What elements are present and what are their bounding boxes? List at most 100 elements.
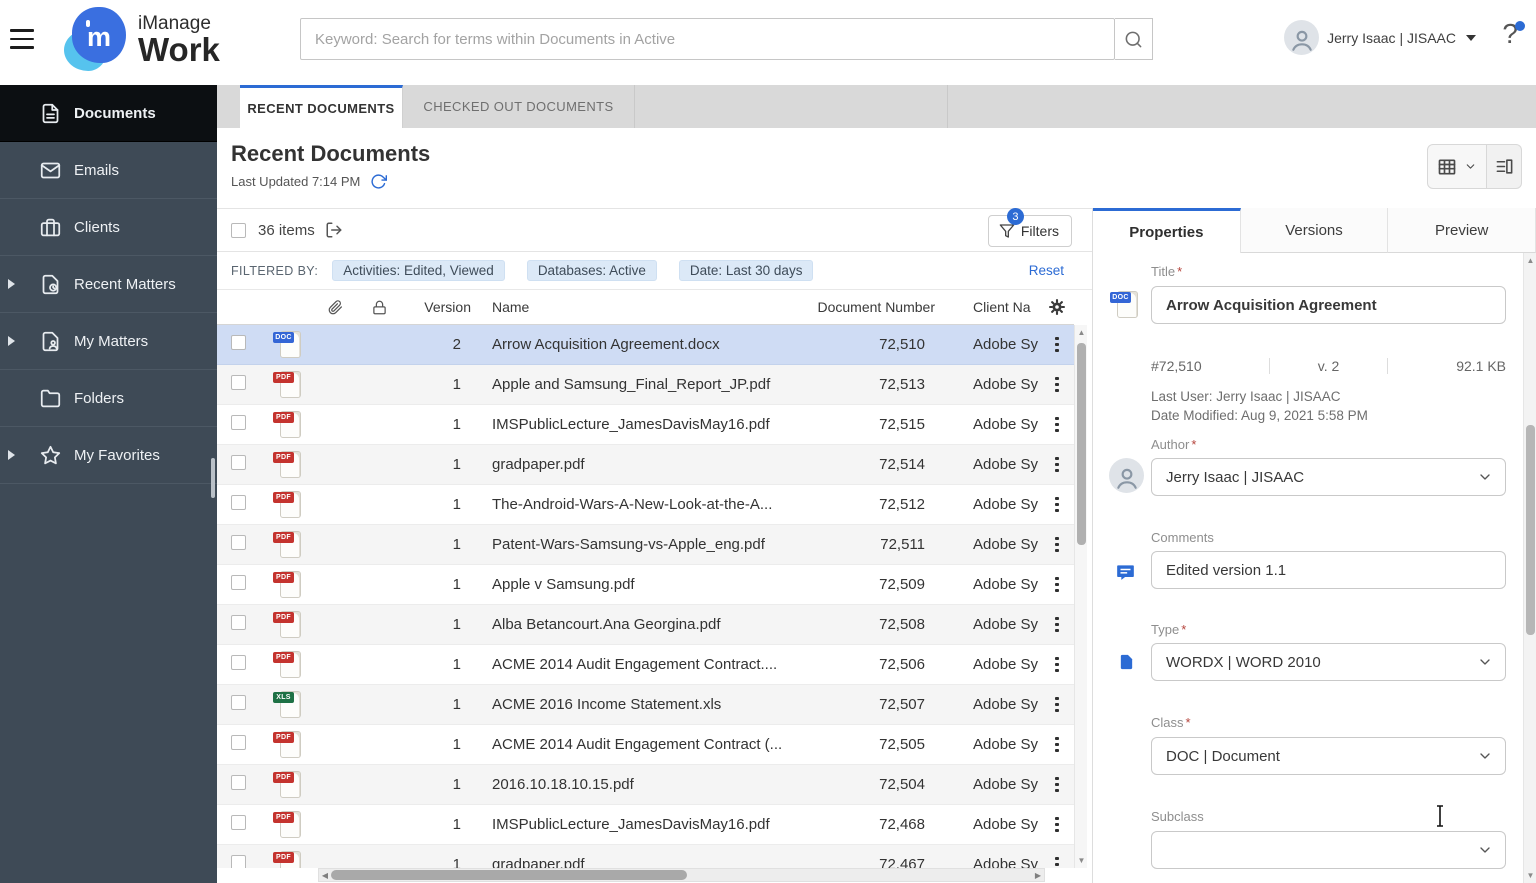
scroll-right-arrow[interactable]: ▶ [1032, 869, 1044, 881]
scroll-up-arrow[interactable]: ▲ [1075, 326, 1088, 339]
view-mode-button[interactable] [1427, 144, 1487, 189]
document-name[interactable]: gradpaper.pdf [471, 456, 800, 473]
table-row[interactable]: PDF 1 gradpaper.pdf 72,514 Adobe Sy [217, 445, 1074, 485]
document-name[interactable]: IMSPublicLecture_JamesDavisMay16.pdf [471, 816, 800, 833]
export-icon[interactable] [325, 221, 343, 239]
row-menu-button[interactable] [1051, 653, 1063, 677]
column-header-client-name[interactable]: Client Na [935, 299, 1040, 315]
row-checkbox[interactable] [231, 575, 246, 590]
reset-filters-link[interactable]: Reset [1029, 263, 1064, 278]
row-checkbox[interactable] [231, 735, 246, 750]
sidebar-item-clients[interactable]: Clients [0, 199, 217, 256]
document-name[interactable]: Patent-Wars-Samsung-vs-Apple_eng.pdf [471, 536, 800, 553]
panel-tab-properties[interactable]: Properties [1093, 208, 1241, 253]
tab-checked-out-documents[interactable]: CHECKED OUT DOCUMENTS [403, 85, 635, 128]
document-name[interactable]: gradpaper.pdf [471, 856, 800, 868]
user-menu[interactable]: Jerry Isaac | JISAAC [1284, 0, 1476, 75]
row-menu-button[interactable] [1051, 813, 1063, 837]
row-menu-button[interactable] [1051, 413, 1063, 437]
row-checkbox[interactable] [231, 335, 246, 350]
document-name[interactable]: The-Android-Wars-A-New-Look-at-the-A... [471, 496, 800, 513]
expand-arrow-icon[interactable] [8, 279, 15, 289]
refresh-icon[interactable] [370, 173, 388, 190]
document-name[interactable]: Apple v Samsung.pdf [471, 576, 800, 593]
document-name[interactable]: ACME 2016 Income Statement.xls [471, 696, 800, 713]
sidebar-item-recent-matters[interactable]: Recent Matters [0, 256, 217, 313]
column-header-document-number[interactable]: Document Number [800, 299, 936, 315]
table-row[interactable]: PDF 1 2016.10.18.10.15.pdf 72,504 Adobe … [217, 765, 1074, 805]
document-name[interactable]: IMSPublicLecture_JamesDavisMay16.pdf [471, 416, 800, 433]
column-settings-gear-icon[interactable] [1048, 298, 1066, 316]
column-header-version[interactable]: Version [401, 299, 471, 315]
row-menu-button[interactable] [1051, 373, 1063, 397]
hamburger-menu-icon[interactable] [10, 29, 34, 49]
filter-chip[interactable]: Activities: Edited, Viewed [332, 260, 505, 281]
row-checkbox[interactable] [231, 815, 246, 830]
title-field[interactable]: Arrow Acquisition Agreement [1151, 286, 1506, 324]
row-menu-button[interactable] [1051, 613, 1063, 637]
row-menu-button[interactable] [1051, 773, 1063, 797]
panel-tab-versions[interactable]: Versions [1240, 208, 1389, 253]
expand-arrow-icon[interactable] [8, 450, 15, 460]
select-all-checkbox[interactable] [231, 222, 246, 238]
help-button[interactable]: ? [1502, 18, 1525, 50]
row-checkbox[interactable] [231, 415, 246, 430]
table-horizontal-scrollbar[interactable]: ◀ ▶ [318, 868, 1045, 882]
document-name[interactable]: Alba Betancourt.Ana Georgina.pdf [471, 616, 800, 633]
row-checkbox[interactable] [231, 775, 246, 790]
row-checkbox[interactable] [231, 655, 246, 670]
expand-arrow-icon[interactable] [8, 336, 15, 346]
table-row[interactable]: PDF 1 The-Android-Wars-A-New-Look-at-the… [217, 485, 1074, 525]
row-menu-button[interactable] [1051, 733, 1063, 757]
sidebar-item-my-favorites[interactable]: My Favorites [0, 427, 217, 484]
filters-button[interactable]: Filters 3 [987, 208, 1072, 247]
toggle-panel-button[interactable] [1487, 144, 1522, 189]
table-row[interactable]: XLS 1 ACME 2016 Income Statement.xls 72,… [217, 685, 1074, 725]
row-menu-button[interactable] [1051, 573, 1063, 597]
table-row[interactable]: PDF 1 gradpaper.pdf 72,467 Adobe Sy [217, 845, 1074, 868]
row-checkbox[interactable] [231, 455, 246, 470]
sidebar-item-folders[interactable]: Folders [0, 370, 217, 427]
table-row[interactable]: PDF 1 ACME 2014 Audit Engagement Contrac… [217, 645, 1074, 685]
filter-chip[interactable]: Date: Last 30 days [678, 260, 814, 281]
panel-vertical-scrollbar[interactable]: ▲ ▼ [1523, 253, 1536, 883]
scroll-down-arrow[interactable]: ▼ [1524, 869, 1536, 882]
comments-field[interactable]: Edited version 1.1 [1151, 551, 1506, 589]
search-input[interactable] [300, 18, 1115, 60]
row-menu-button[interactable] [1051, 333, 1063, 357]
row-checkbox[interactable] [231, 855, 246, 868]
scroll-up-arrow[interactable]: ▲ [1524, 254, 1536, 267]
type-select[interactable]: WORDX | WORD 2010 [1151, 643, 1506, 681]
scrollbar-thumb[interactable] [1526, 425, 1535, 635]
search-button[interactable] [1115, 18, 1153, 60]
class-select[interactable]: DOC | Document [1151, 737, 1506, 775]
table-row[interactable]: DOC 2 Arrow Acquisition Agreement.docx 7… [217, 325, 1074, 365]
row-menu-button[interactable] [1051, 533, 1063, 557]
row-menu-button[interactable] [1051, 693, 1063, 717]
scroll-left-arrow[interactable]: ◀ [319, 869, 331, 881]
document-name[interactable]: Apple and Samsung_Final_Report_JP.pdf [471, 376, 800, 393]
table-row[interactable]: PDF 1 Alba Betancourt.Ana Georgina.pdf 7… [217, 605, 1074, 645]
sidebar-item-emails[interactable]: Emails [0, 142, 217, 199]
filter-chip[interactable]: Databases: Active [526, 260, 657, 281]
document-name[interactable]: ACME 2014 Audit Engagement Contract.... [471, 656, 800, 673]
row-checkbox[interactable] [231, 375, 246, 390]
table-row[interactable]: PDF 1 IMSPublicLecture_JamesDavisMay16.p… [217, 405, 1074, 445]
subclass-select[interactable] [1151, 831, 1506, 869]
author-select[interactable]: Jerry Isaac | JISAAC [1151, 458, 1506, 496]
row-menu-button[interactable] [1051, 453, 1063, 477]
table-row[interactable]: PDF 1 Apple and Samsung_Final_Report_JP.… [217, 365, 1074, 405]
table-row[interactable]: PDF 1 IMSPublicLecture_JamesDavisMay16.p… [217, 805, 1074, 845]
scrollbar-thumb[interactable] [1077, 343, 1086, 545]
row-checkbox[interactable] [231, 615, 246, 630]
table-row[interactable]: PDF 1 Apple v Samsung.pdf 72,509 Adobe S… [217, 565, 1074, 605]
paperclip-icon[interactable] [328, 299, 343, 315]
scrollbar-thumb[interactable] [331, 870, 687, 880]
document-name[interactable]: 2016.10.18.10.15.pdf [471, 776, 800, 793]
table-row[interactable]: PDF 1 Patent-Wars-Samsung-vs-Apple_eng.p… [217, 525, 1074, 565]
row-checkbox[interactable] [231, 695, 246, 710]
sidebar-item-documents[interactable]: Documents [0, 85, 217, 142]
tab-recent-documents[interactable]: RECENT DOCUMENTS [240, 85, 403, 128]
column-header-name[interactable]: Name [471, 299, 800, 315]
table-vertical-scrollbar[interactable]: ▲ ▼ [1074, 325, 1087, 868]
